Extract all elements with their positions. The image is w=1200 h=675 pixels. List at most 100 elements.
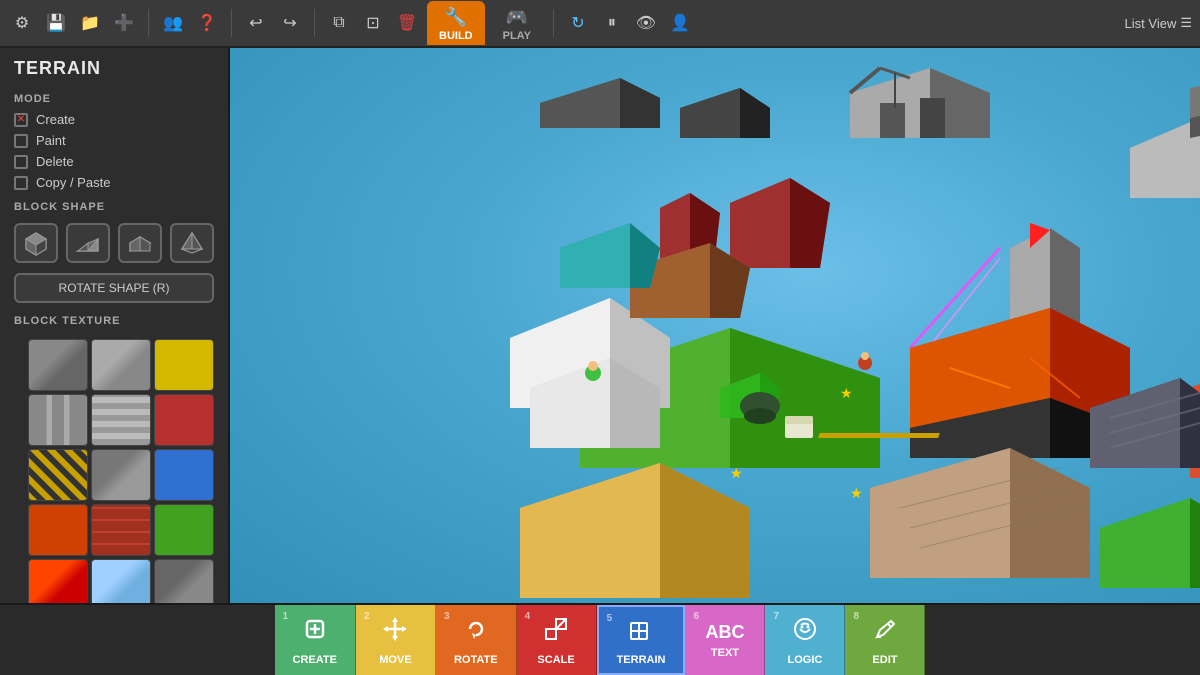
world-scene: ★ ★ ★ bbox=[230, 48, 1200, 603]
paint-label: Paint bbox=[36, 133, 66, 148]
block-shape-label: BLOCK SHAPE bbox=[0, 193, 228, 217]
play-tab-label: PLAY bbox=[503, 30, 531, 42]
texture-gray-crack[interactable] bbox=[28, 339, 88, 391]
texture-stripe[interactable] bbox=[91, 394, 151, 446]
toolbar-right: List View ☰ bbox=[1125, 15, 1192, 31]
left-panel: TERRAIN MODE ✕ Create Paint Delete Copy … bbox=[0, 48, 230, 603]
scale-icon bbox=[542, 615, 570, 650]
terrain-label: TERRAIN bbox=[617, 654, 666, 666]
logic-label: LOGIC bbox=[788, 654, 823, 666]
build-tab[interactable]: 🔧 BUILD bbox=[427, 1, 485, 45]
terrain-num: 5 bbox=[607, 613, 613, 624]
frame-icon[interactable]: ⊡ bbox=[359, 9, 387, 37]
rotate-num: 3 bbox=[444, 611, 450, 622]
copy-paste-checkbox bbox=[14, 176, 28, 190]
viewport[interactable]: ★ ★ ★ bbox=[230, 48, 1200, 603]
gamepad-icon: 🎮 bbox=[506, 7, 528, 28]
save-icon[interactable]: 💾 bbox=[42, 9, 70, 37]
move-label: MOVE bbox=[379, 654, 411, 666]
build-tab-label: BUILD bbox=[439, 30, 473, 42]
shape-pyramid[interactable] bbox=[170, 223, 214, 263]
rotate-icon bbox=[462, 615, 490, 650]
shape-slope[interactable] bbox=[66, 223, 110, 263]
list-view-button[interactable]: List View ☰ bbox=[1125, 15, 1192, 31]
add-icon[interactable]: ➕ bbox=[110, 9, 138, 37]
mode-paint[interactable]: Paint bbox=[0, 130, 228, 151]
terrain-icon bbox=[627, 615, 655, 650]
sep-3 bbox=[314, 9, 315, 37]
tool-text[interactable]: 6 ABC TEXT bbox=[685, 605, 765, 675]
text-label: TEXT bbox=[711, 647, 739, 659]
move-icon bbox=[381, 615, 409, 650]
undo-icon[interactable]: ↩ bbox=[242, 9, 270, 37]
svg-text:★: ★ bbox=[730, 465, 743, 481]
team-icon[interactable]: 👥 bbox=[159, 9, 187, 37]
sep-1 bbox=[148, 9, 149, 37]
texture-ice[interactable] bbox=[91, 559, 151, 603]
paint-checkbox bbox=[14, 134, 28, 148]
help-icon[interactable]: ❓ bbox=[193, 9, 221, 37]
texture-lines[interactable] bbox=[28, 394, 88, 446]
play-tab[interactable]: 🎮 PLAY bbox=[491, 1, 543, 45]
texture-brick[interactable] bbox=[91, 504, 151, 556]
eye-icon[interactable]: 👁 bbox=[632, 9, 660, 37]
texture-yellow[interactable] bbox=[154, 339, 214, 391]
texture-gray2[interactable] bbox=[91, 449, 151, 501]
edit-label: EDIT bbox=[872, 654, 897, 666]
texture-grid bbox=[14, 335, 228, 603]
create-label: CREATE bbox=[293, 654, 337, 666]
tool-create[interactable]: 1 CREATE bbox=[275, 605, 356, 675]
logic-num: 7 bbox=[773, 611, 779, 622]
panel-title: TERRAIN bbox=[0, 48, 228, 85]
sep-4 bbox=[553, 9, 554, 37]
copy-icon[interactable]: ⧉ bbox=[325, 9, 353, 37]
refresh-icon[interactable]: ↻ bbox=[564, 9, 592, 37]
settings-icon[interactable]: ⚙ bbox=[8, 9, 36, 37]
scale-label: SCALE bbox=[537, 654, 574, 666]
texture-rock[interactable] bbox=[154, 559, 214, 603]
edit-num: 8 bbox=[853, 611, 859, 622]
tool-terrain[interactable]: 5 TERRAIN bbox=[597, 605, 686, 675]
tool-scale[interactable]: 4 SCALE bbox=[517, 605, 597, 675]
pause-icon[interactable]: ⏸ bbox=[598, 9, 626, 37]
texture-gray-smooth[interactable] bbox=[91, 339, 151, 391]
delete-icon[interactable]: 🗑 bbox=[393, 9, 421, 37]
text-icon: ABC bbox=[705, 622, 744, 643]
mode-delete[interactable]: Delete bbox=[0, 151, 228, 172]
texture-green[interactable] bbox=[154, 504, 214, 556]
scale-num: 4 bbox=[525, 611, 531, 622]
rotate-shape-button[interactable]: ROTATE SHAPE (R) bbox=[14, 273, 214, 303]
create-icon bbox=[301, 615, 329, 650]
edit-icon bbox=[871, 615, 899, 650]
delete-label: Delete bbox=[36, 154, 74, 169]
texture-blue[interactable] bbox=[154, 449, 214, 501]
texture-red[interactable] bbox=[154, 394, 214, 446]
tool-edit[interactable]: 8 EDIT bbox=[845, 605, 925, 675]
top-toolbar: ⚙ 💾 📁 ➕ 👥 ❓ ↩ ↪ ⧉ ⊡ 🗑 🔧 BUILD 🎮 PLAY ↻ ⏸… bbox=[0, 0, 1200, 48]
tool-rotate[interactable]: 3 ROTATE bbox=[436, 605, 517, 675]
redo-icon[interactable]: ↪ bbox=[276, 9, 304, 37]
wrench-icon: 🔧 bbox=[445, 7, 467, 28]
mode-copy-paste[interactable]: Copy / Paste bbox=[0, 172, 228, 193]
block-texture-label: BLOCK TEXTURE bbox=[0, 307, 228, 331]
svg-text:★: ★ bbox=[850, 485, 863, 501]
avatar-icon[interactable]: 👤 bbox=[666, 9, 694, 37]
logic-icon bbox=[791, 615, 819, 650]
texture-orange[interactable] bbox=[28, 504, 88, 556]
create-num: 1 bbox=[283, 611, 289, 622]
sep-2 bbox=[231, 9, 232, 37]
main-area: TERRAIN MODE ✕ Create Paint Delete Copy … bbox=[0, 48, 1200, 603]
texture-stripe-warn[interactable] bbox=[28, 449, 88, 501]
mode-section-label: MODE bbox=[0, 85, 228, 109]
mode-create[interactable]: ✕ Create bbox=[0, 109, 228, 130]
shape-wedge[interactable] bbox=[118, 223, 162, 263]
texture-lava[interactable] bbox=[28, 559, 88, 603]
bottom-toolbar: 1 CREATE 2 MOVE 3 bbox=[0, 603, 1200, 675]
delete-checkbox bbox=[14, 155, 28, 169]
shape-cube[interactable] bbox=[14, 223, 58, 263]
folder-icon[interactable]: 📁 bbox=[76, 9, 104, 37]
tool-logic[interactable]: 7 LOGIC bbox=[765, 605, 845, 675]
tool-move[interactable]: 2 MOVE bbox=[356, 605, 436, 675]
create-checkbox: ✕ bbox=[14, 113, 28, 127]
copy-paste-label: Copy / Paste bbox=[36, 175, 110, 190]
